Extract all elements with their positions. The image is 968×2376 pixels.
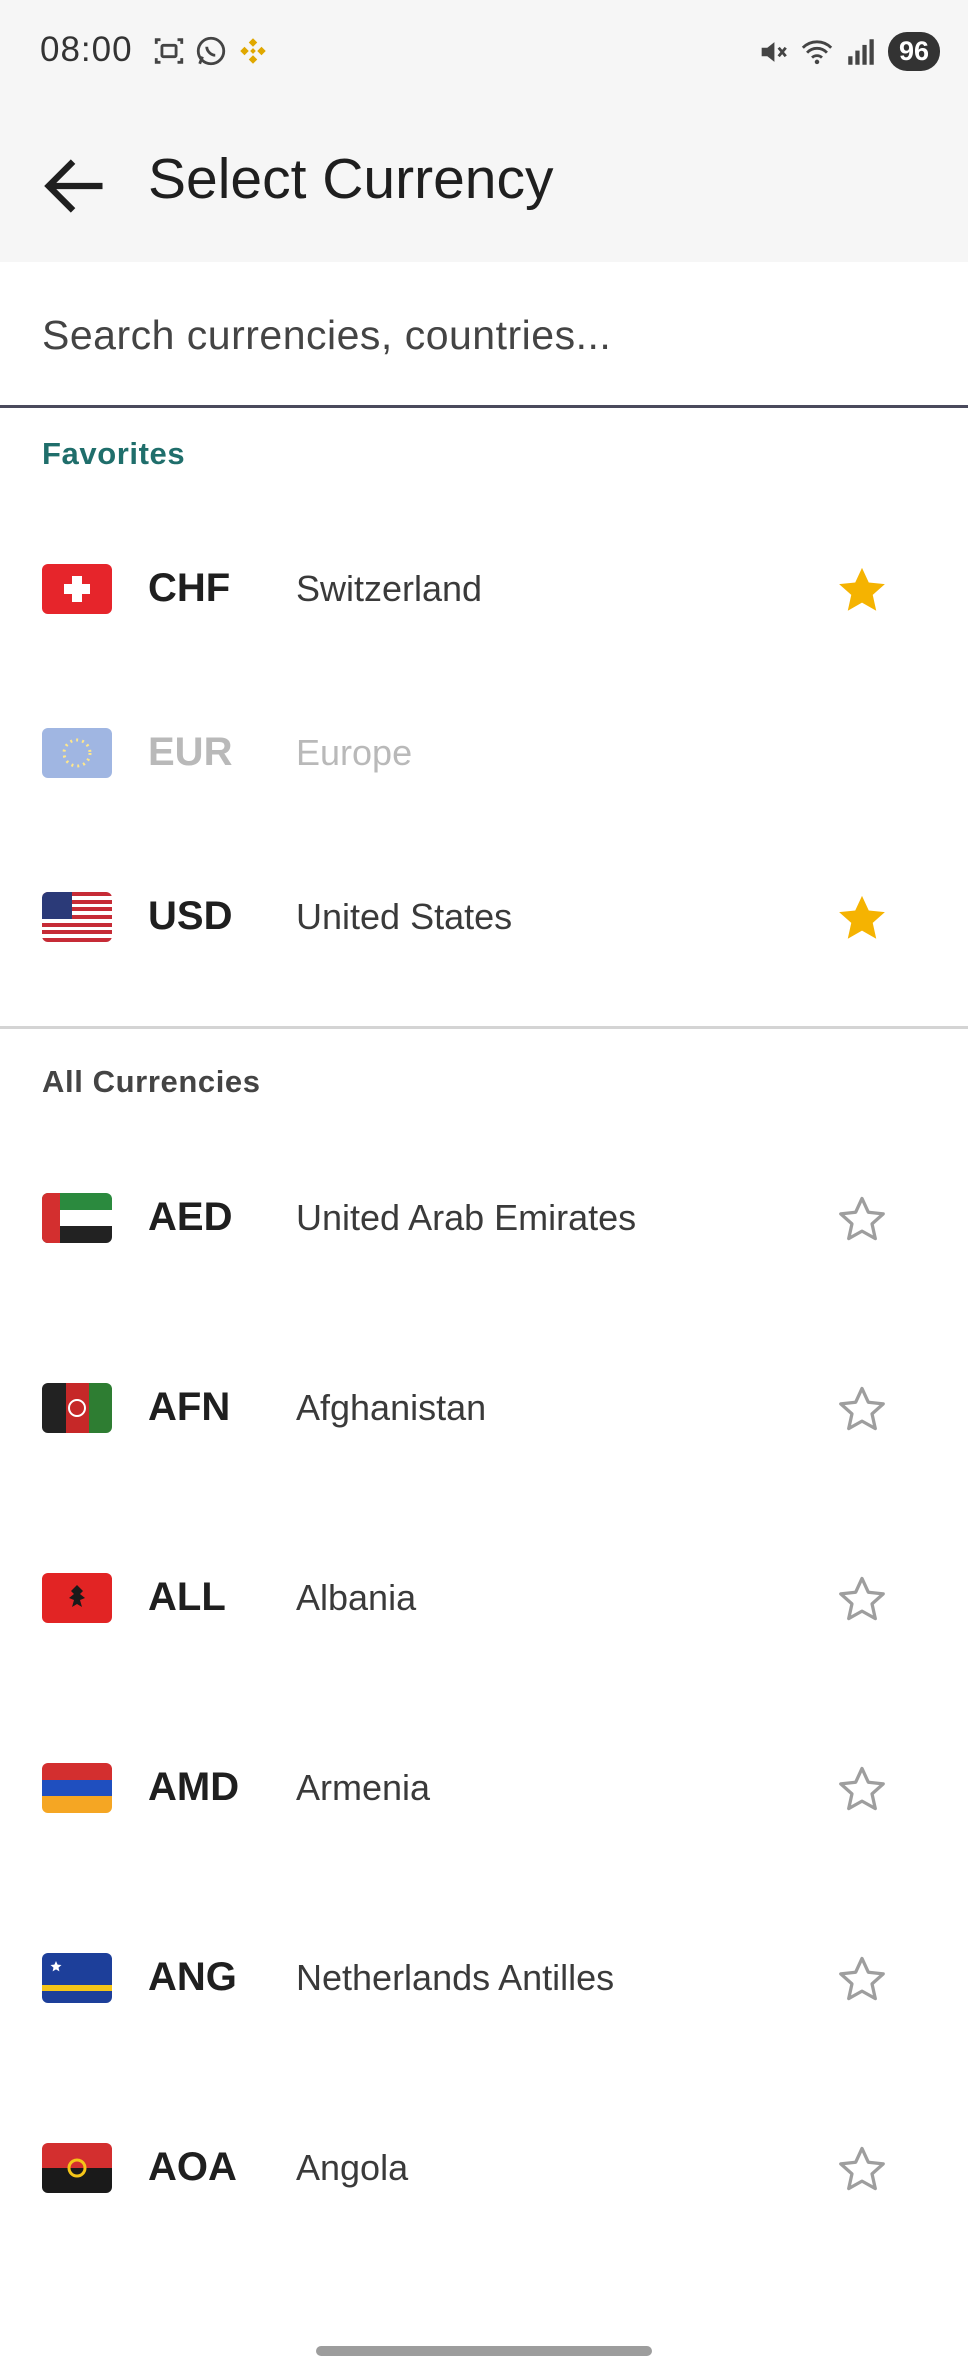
currency-row-chf[interactable]: CHF Switzerland [0,526,968,656]
currency-row-afn[interactable]: AFN Afghanistan [0,1345,968,1475]
search-bar [0,262,968,408]
mute-icon [761,41,787,62]
status-icons-left [152,34,270,68]
star-filled-icon[interactable] [834,890,890,946]
currency-code: AMD [148,1765,240,1809]
switzerland-flag-icon [42,564,112,614]
search-input[interactable] [40,304,924,366]
currency-country: Albania [296,1577,417,1618]
currency-row-aoa[interactable]: AOA Angola [0,2105,968,2235]
albania-flag-icon [42,1573,112,1623]
currency-row-amd[interactable]: AMD Armenia [0,1725,968,1855]
star-outline-icon[interactable] [834,1951,890,2007]
currency-row-ang[interactable]: ANG Netherlands Antilles [0,1915,968,2045]
currency-country: Armenia [296,1767,431,1808]
curacao-flag-icon [42,1953,112,2003]
home-indicator[interactable] [316,2346,652,2356]
usa-flag-icon [42,892,112,942]
currency-code: USD [148,894,233,938]
star-outline-icon[interactable] [834,1571,890,1627]
afghanistan-flag-icon [42,1383,112,1433]
uae-flag-icon [42,1193,112,1243]
currency-code: EUR [148,730,233,774]
currency-country: Netherlands Antilles [296,1957,615,1998]
star-outline-icon[interactable] [834,2141,890,2197]
currency-row-all[interactable]: ALL Albania [0,1535,968,1665]
currency-country: Angola [296,2147,409,2188]
status-time: 08:00 [40,30,133,69]
angola-flag-icon [42,2143,112,2193]
screenshot-icon [154,38,184,64]
star-outline-icon[interactable] [834,1761,890,1817]
currency-code: AOA [148,2145,237,2189]
section-divider [0,1026,968,1029]
status-icons-right: 96 [756,32,940,71]
currency-country: Europe [296,732,413,773]
star-outline-icon[interactable] [834,1381,890,1437]
currency-row-usd[interactable]: USD United States [0,854,968,984]
page-title: Select Currency [148,147,554,211]
currency-code: CHF [148,566,231,610]
wifi-icon [801,39,833,64]
armenia-flag-icon [42,1763,112,1813]
app-bar: Select Currency [0,108,968,262]
currency-country: United States [296,896,513,937]
binance-icon [240,38,266,64]
arrow-back-icon[interactable] [36,148,112,224]
all-currencies-header: All Currencies [42,1064,261,1099]
currency-code: ALL [148,1575,226,1619]
currency-country: Afghanistan [296,1387,487,1428]
status-bar: 08:00 96 [0,0,968,108]
signal-icon [848,38,874,65]
battery-level: 96 [887,32,940,71]
whatsapp-icon [196,36,226,66]
currency-code: AED [148,1195,233,1239]
currency-code: AFN [148,1385,231,1429]
currency-country: United Arab Emirates [296,1197,637,1238]
currency-code: ANG [148,1955,237,1999]
eu-flag-icon [42,728,112,778]
currency-row-eur[interactable]: EUR Europe [0,690,968,820]
currency-row-aed[interactable]: AED United Arab Emirates [0,1155,968,1285]
favorites-header: Favorites [42,436,186,471]
star-outline-icon[interactable] [834,1191,890,1247]
currency-country: Switzerland [296,568,483,609]
star-filled-icon[interactable] [834,562,890,618]
